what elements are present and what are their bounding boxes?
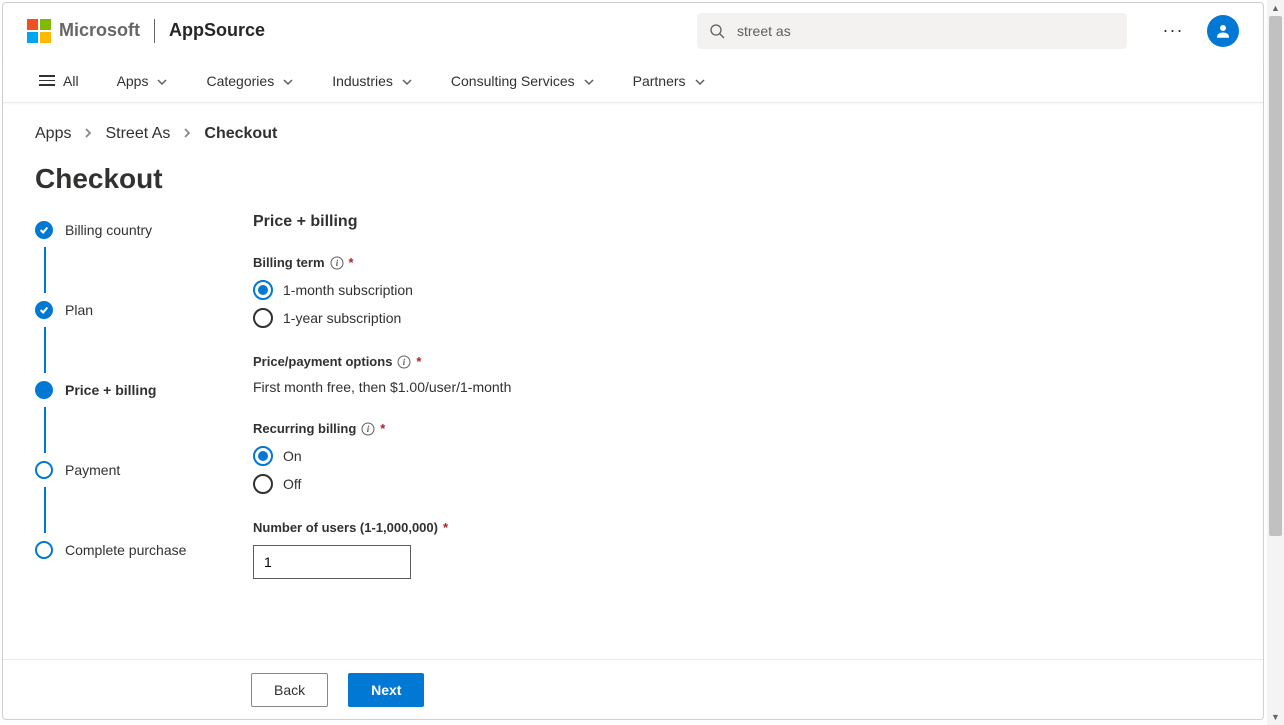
nav-apps-label: Apps xyxy=(117,73,149,89)
search-input[interactable] xyxy=(735,22,1115,40)
stepper-connector xyxy=(44,247,46,293)
breadcrumb-apps[interactable]: Apps xyxy=(35,125,71,143)
page-title: Checkout xyxy=(3,151,1263,213)
step-price-billing: Price + billing xyxy=(35,377,235,403)
step-label: Payment xyxy=(65,462,120,478)
primary-nav: All Apps Categories Industries Consultin… xyxy=(3,59,1263,103)
billing-term-1-month[interactable]: 1-month subscription xyxy=(253,280,1231,300)
more-menu-button[interactable]: ··· xyxy=(1157,20,1189,41)
billing-term-1-year[interactable]: 1-year subscription xyxy=(253,308,1231,328)
wizard-footer: Back Next xyxy=(3,659,1263,719)
number-of-users-label: Number of users (1-1,000,000) * xyxy=(253,520,1231,535)
nav-industries-label: Industries xyxy=(332,73,393,89)
svg-text:i: i xyxy=(403,357,406,367)
radio-label: 1-year subscription xyxy=(283,310,401,326)
nav-partners-label: Partners xyxy=(633,73,686,89)
svg-text:i: i xyxy=(367,424,370,434)
billing-term-label: Billing term i * xyxy=(253,255,1231,270)
check-circle-icon xyxy=(35,301,53,319)
person-icon xyxy=(1214,22,1232,40)
radio-label: Off xyxy=(283,476,301,492)
hamburger-icon xyxy=(39,75,55,86)
open-circle-icon xyxy=(35,541,53,559)
info-icon[interactable]: i xyxy=(330,256,344,270)
page-scrollbar[interactable]: ▲ ▼ xyxy=(1267,0,1284,725)
number-of-users-input[interactable] xyxy=(253,545,411,579)
section-heading: Price + billing xyxy=(253,213,1231,231)
chevron-right-icon xyxy=(182,125,192,143)
back-button[interactable]: Back xyxy=(251,673,328,707)
recurring-on[interactable]: On xyxy=(253,446,1231,466)
breadcrumb: Apps Street As Checkout xyxy=(3,103,1263,151)
radio-unselected-icon xyxy=(253,308,273,328)
microsoft-logo-icon xyxy=(27,19,51,43)
microsoft-wordmark: Microsoft xyxy=(59,20,140,41)
search-icon xyxy=(709,23,725,39)
scroll-down-icon[interactable]: ▼ xyxy=(1271,709,1280,725)
chevron-down-icon xyxy=(156,75,168,87)
header-divider xyxy=(154,19,155,43)
step-billing-country[interactable]: Billing country xyxy=(35,217,235,243)
scroll-track[interactable] xyxy=(1267,16,1284,709)
breadcrumb-current: Checkout xyxy=(204,125,277,143)
step-label: Complete purchase xyxy=(65,542,186,558)
nav-apps[interactable]: Apps xyxy=(117,73,169,89)
svg-text:i: i xyxy=(335,258,338,268)
step-label: Plan xyxy=(65,302,93,318)
next-button[interactable]: Next xyxy=(348,673,424,707)
info-icon[interactable]: i xyxy=(361,422,375,436)
price-options-text: First month free, then $1.00/user/1-mont… xyxy=(253,379,1231,395)
nav-partners[interactable]: Partners xyxy=(633,73,706,89)
scroll-thumb[interactable] xyxy=(1269,16,1282,536)
radio-label: On xyxy=(283,448,302,464)
chevron-down-icon xyxy=(694,75,706,87)
breadcrumb-product[interactable]: Street As xyxy=(105,125,170,143)
radio-label: 1-month subscription xyxy=(283,282,413,298)
price-options-label: Price/payment options i * xyxy=(253,354,1231,369)
recurring-billing-label: Recurring billing i * xyxy=(253,421,1231,436)
nav-all[interactable]: All xyxy=(39,73,79,89)
chevron-right-icon xyxy=(83,125,93,143)
radio-selected-icon xyxy=(253,446,273,466)
step-complete: Complete purchase xyxy=(35,537,235,563)
required-mark: * xyxy=(349,255,354,270)
chevron-down-icon xyxy=(401,75,413,87)
appsource-brand[interactable]: AppSource xyxy=(169,20,265,41)
filled-circle-icon xyxy=(35,381,53,399)
step-plan[interactable]: Plan xyxy=(35,297,235,323)
required-mark: * xyxy=(443,520,448,535)
nav-consulting-label: Consulting Services xyxy=(451,73,575,89)
stepper-connector xyxy=(44,487,46,533)
nav-industries[interactable]: Industries xyxy=(332,73,413,89)
open-circle-icon xyxy=(35,461,53,479)
step-payment: Payment xyxy=(35,457,235,483)
checkout-stepper: Billing country Plan Price + billing Pay… xyxy=(35,213,235,659)
stepper-connector xyxy=(44,407,46,453)
required-mark: * xyxy=(416,354,421,369)
nav-categories-label: Categories xyxy=(206,73,274,89)
info-icon[interactable]: i xyxy=(397,355,411,369)
chevron-down-icon xyxy=(583,75,595,87)
radio-selected-icon xyxy=(253,280,273,300)
step-label: Billing country xyxy=(65,222,152,238)
search-box[interactable] xyxy=(697,13,1127,49)
price-billing-form: Price + billing Billing term i * 1-month… xyxy=(235,213,1231,659)
recurring-off[interactable]: Off xyxy=(253,474,1231,494)
stepper-connector xyxy=(44,327,46,373)
nav-all-label: All xyxy=(63,73,79,89)
check-circle-icon xyxy=(35,221,53,239)
account-avatar-button[interactable] xyxy=(1207,15,1239,47)
scroll-up-icon[interactable]: ▲ xyxy=(1271,0,1280,16)
app-header: Microsoft AppSource ··· xyxy=(3,3,1263,59)
step-label: Price + billing xyxy=(65,382,156,398)
chevron-down-icon xyxy=(282,75,294,87)
radio-unselected-icon xyxy=(253,474,273,494)
required-mark: * xyxy=(380,421,385,436)
nav-consulting[interactable]: Consulting Services xyxy=(451,73,595,89)
nav-categories[interactable]: Categories xyxy=(206,73,294,89)
